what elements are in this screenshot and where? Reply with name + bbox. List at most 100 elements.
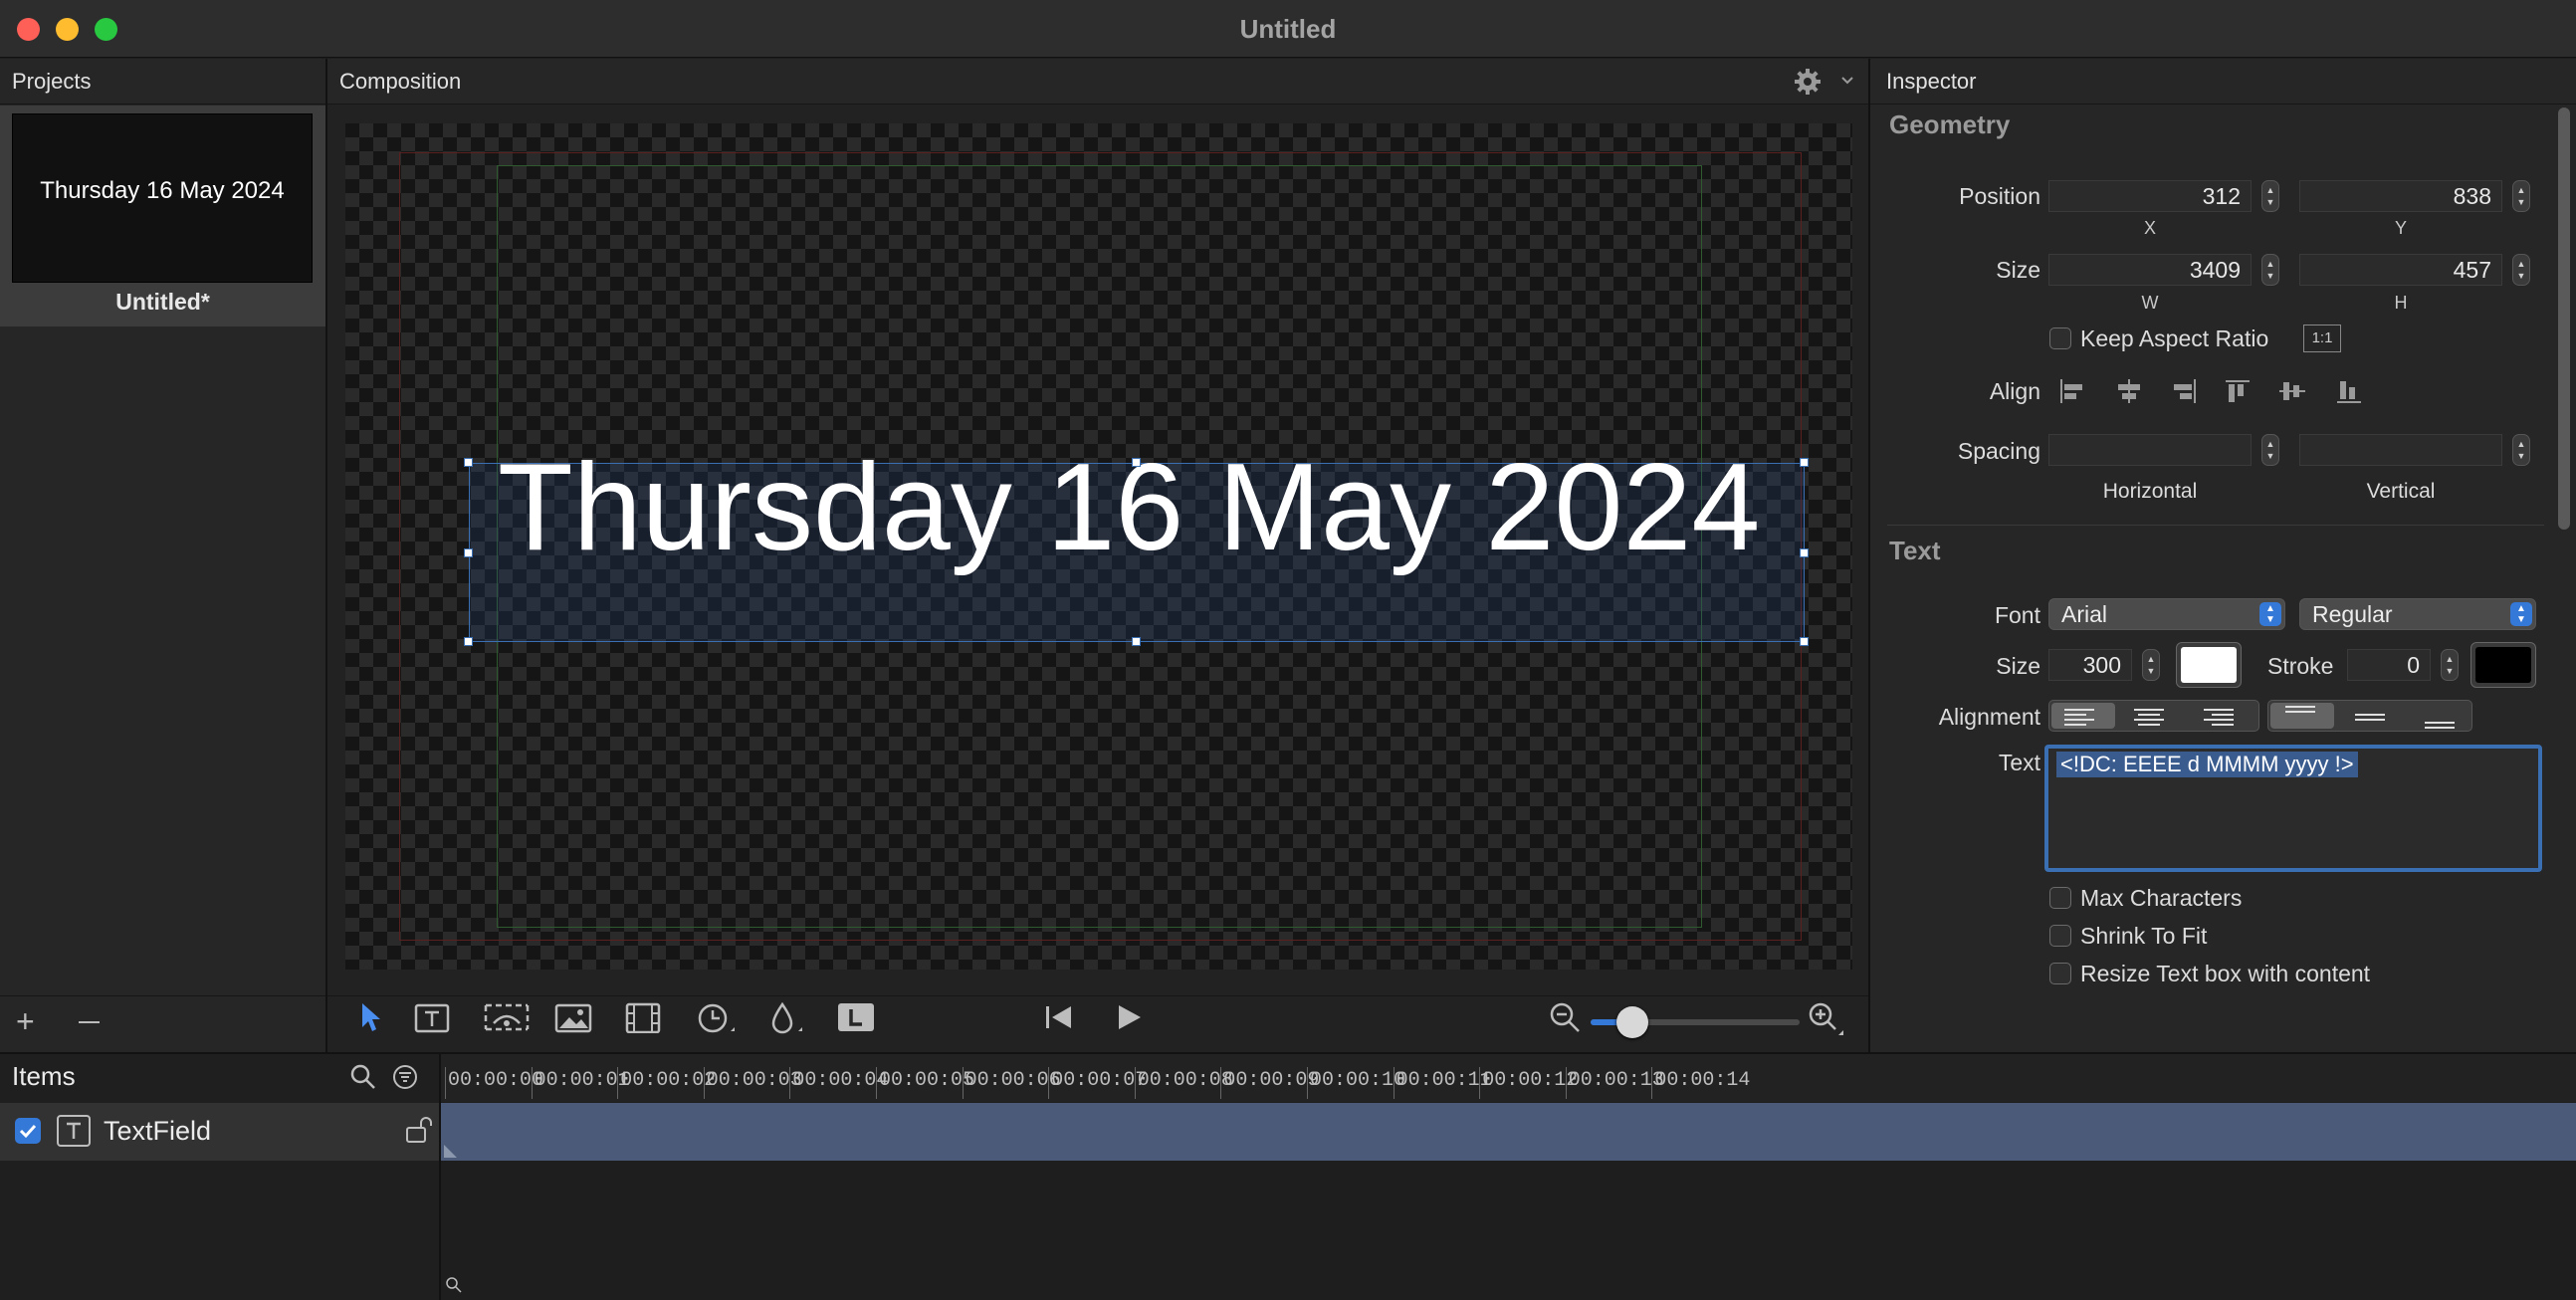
inspector-header: Inspector <box>1870 59 2576 105</box>
zoom-in-icon[interactable] <box>1808 1001 1847 1037</box>
size-label: Size <box>1996 257 2040 283</box>
resize-textbox-checkbox[interactable] <box>2049 963 2071 984</box>
timeline-tick-label: 00:00:01 <box>534 1069 630 1092</box>
unlock-icon[interactable] <box>404 1115 434 1145</box>
timeline-tick-label: 00:00:08 <box>1137 1069 1233 1092</box>
video-tool-icon[interactable] <box>623 1001 663 1033</box>
live-badge-icon[interactable] <box>836 1001 876 1033</box>
inspector-scrollbar[interactable] <box>2558 108 2570 530</box>
timeline-tick-label: 00:00:14 <box>1654 1069 1751 1092</box>
image-tool-icon[interactable] <box>553 1001 593 1033</box>
ratio-button[interactable]: 1:1 <box>2303 325 2341 352</box>
font-family-value: Arial <box>2061 601 2108 627</box>
filter-icon[interactable] <box>391 1063 419 1091</box>
timeline-tick-label: 00:00:09 <box>1223 1069 1320 1092</box>
position-y-field[interactable]: 838 <box>2299 180 2502 212</box>
spacing-horizontal-stepper[interactable]: ▲ ▼ <box>2261 434 2279 466</box>
text-content-value[interactable]: <!DC: EEEE d MMMM yyyy !> <box>2056 752 2358 777</box>
resize-handle[interactable] <box>1132 637 1141 646</box>
zoom-out-icon[interactable] <box>1549 1001 1583 1035</box>
timeline-tick <box>445 1067 446 1099</box>
size-w-stepper[interactable]: ▲ ▼ <box>2261 254 2279 286</box>
fill-color-well[interactable] <box>2176 642 2242 688</box>
size-h-stepper[interactable]: ▲ ▼ <box>2512 254 2530 286</box>
resize-handle[interactable] <box>464 548 473 557</box>
h-caption: H <box>2394 293 2408 313</box>
project-label: Untitled* <box>115 289 210 315</box>
text-tool-icon[interactable] <box>412 1001 452 1033</box>
spacing-vertical-field[interactable] <box>2299 434 2502 466</box>
geometry-section-title: Geometry <box>1889 109 2011 139</box>
stroke-stepper[interactable]: ▲ ▼ <box>2441 649 2459 681</box>
play-icon[interactable] <box>1113 1001 1145 1033</box>
shrink-to-fit-label: Shrink To Fit <box>2080 923 2208 949</box>
align-middle-segment[interactable] <box>2339 700 2403 732</box>
timeline-tick <box>876 1067 877 1099</box>
item-enabled-checkbox[interactable] <box>15 1118 41 1144</box>
max-characters-checkbox[interactable] <box>2049 887 2071 909</box>
timeline-tick <box>1479 1067 1481 1099</box>
resize-handle[interactable] <box>1800 548 1809 557</box>
max-characters-label: Max Characters <box>2080 885 2243 911</box>
timeline-tick-label: 00:00:03 <box>706 1069 802 1092</box>
text-size-label: Size <box>1996 653 2040 679</box>
position-y-stepper[interactable]: ▲ ▼ <box>2512 180 2530 212</box>
chevron-down-icon[interactable] <box>1839 74 1855 88</box>
remove-project-button[interactable] <box>79 1021 100 1023</box>
size-w-field[interactable]: 3409 <box>2048 254 2252 286</box>
position-x-field[interactable]: 312 <box>2048 180 2252 212</box>
align-right-segment[interactable] <box>2196 700 2259 732</box>
add-project-button[interactable]: + <box>16 1005 35 1037</box>
align-bottom-segment[interactable] <box>2407 700 2470 732</box>
stroke-color-well[interactable] <box>2470 642 2536 688</box>
vertical-caption: Vertical <box>2366 480 2436 503</box>
size-h-field[interactable]: 457 <box>2299 254 2502 286</box>
divider <box>327 995 1870 996</box>
resize-handle[interactable] <box>464 458 473 467</box>
position-x-stepper[interactable]: ▲ ▼ <box>2261 180 2279 212</box>
spacing-label: Spacing <box>1957 438 2040 464</box>
clock-tool-icon[interactable] <box>695 1001 739 1037</box>
spacing-horizontal-field[interactable] <box>2048 434 2252 466</box>
project-thumbnail-text: Thursday 16 May 2024 <box>40 177 285 204</box>
timeline-tick-label: 00:00:05 <box>879 1069 975 1092</box>
shrink-to-fit-checkbox[interactable] <box>2049 925 2071 947</box>
font-family-popup[interactable]: Arial ▲ ▼ <box>2048 598 2285 630</box>
keep-aspect-ratio-checkbox[interactable] <box>2049 327 2071 349</box>
timeline-tick <box>617 1067 619 1099</box>
w-caption: W <box>2141 293 2159 313</box>
items-header: Items <box>12 1061 76 1091</box>
timeline-tick-label: 00:00:07 <box>1051 1069 1148 1092</box>
zoom-slider-knob[interactable] <box>1616 1006 1648 1038</box>
skip-to-start-icon[interactable] <box>1043 1001 1075 1033</box>
stroke-field[interactable]: 0 <box>2347 649 2431 681</box>
timeline-tick-label: 00:00:04 <box>792 1069 889 1092</box>
timeline-tick-label: 00:00:13 <box>1568 1069 1664 1092</box>
color-drop-icon[interactable] <box>766 1001 806 1037</box>
resize-handle[interactable] <box>1800 637 1809 646</box>
x-caption: X <box>2143 218 2156 238</box>
timeline-tick-label: 00:00:11 <box>1395 1069 1492 1092</box>
timeline-tick <box>1565 1067 1567 1099</box>
timeline-track-clip[interactable] <box>441 1103 2576 1161</box>
timeline-tick <box>1220 1067 1222 1099</box>
canvas-text-field[interactable]: Thursday 16 May 2024 <box>498 438 1760 577</box>
timeline-tick-label: 00:00:00 <box>448 1069 544 1092</box>
text-size-field[interactable]: 300 <box>2048 649 2132 681</box>
resize-handle[interactable] <box>464 637 473 646</box>
resize-handle[interactable] <box>1132 458 1141 467</box>
feed-tool-icon[interactable] <box>480 1001 534 1033</box>
font-style-popup[interactable]: Regular ▲ ▼ <box>2299 598 2536 630</box>
align-center-segment[interactable] <box>2127 700 2191 732</box>
search-icon[interactable] <box>349 1063 377 1091</box>
text-size-stepper[interactable]: ▲ ▼ <box>2142 649 2160 681</box>
projects-header: Projects <box>0 59 325 105</box>
resize-handle[interactable] <box>1800 458 1809 467</box>
spacing-vertical-stepper[interactable]: ▲ ▼ <box>2512 434 2530 466</box>
gear-icon[interactable] <box>1793 67 1823 97</box>
text-item-icon <box>57 1115 91 1147</box>
arrow-select-icon[interactable] <box>358 1001 382 1033</box>
horizontal-caption: Horizontal <box>2102 480 2198 503</box>
timeline-tick-label: 00:00:02 <box>620 1069 717 1092</box>
zoom-timeline-icon[interactable] <box>445 1276 463 1294</box>
